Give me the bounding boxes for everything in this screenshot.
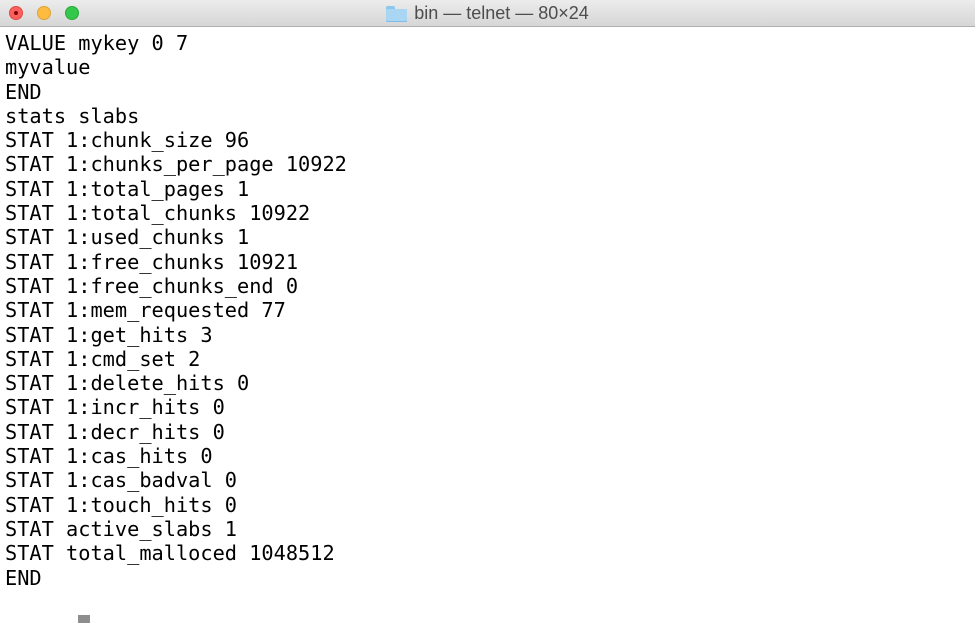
terminal-line: STAT 1:total_pages 1	[5, 176, 250, 201]
window-title-area: bin — telnet — 80×24	[0, 0, 975, 27]
terminal-line: STAT 1:delete_hits 0	[5, 371, 250, 396]
terminal-line: STAT 1:incr_hits 0	[5, 395, 225, 420]
terminal-line: END	[5, 565, 42, 590]
terminal-line: myvalue	[5, 55, 91, 80]
terminal-line: STAT 1:chunks_per_page 10922	[5, 152, 347, 177]
terminal-line: STAT 1:cmd_set 2	[5, 346, 201, 371]
text-cursor	[78, 615, 91, 623]
terminal-line: STAT 1:chunk_size 96	[5, 128, 250, 153]
terminal-line: STAT 1:free_chunks_end 0	[5, 273, 299, 298]
terminal-line: STAT 1:touch_hits 0	[5, 492, 237, 517]
terminal-line: STAT active_slabs 1	[5, 516, 237, 541]
terminal-line: STAT 1:cas_badval 0	[5, 468, 237, 493]
terminal-line: STAT total_malloced 1048512	[5, 541, 335, 566]
terminal-line: END	[5, 79, 42, 104]
terminal-line: STAT 1:cas_hits 0	[5, 444, 213, 469]
folder-icon	[386, 5, 408, 22]
terminal-line: STAT 1:decr_hits 0	[5, 419, 225, 444]
prompt-line[interactable]	[5, 590, 970, 623]
terminal-line: STAT 1:mem_requested 77	[5, 298, 286, 323]
terminal-line: stats slabs	[5, 103, 140, 128]
terminal-line: STAT 1:free_chunks 10921	[5, 249, 299, 274]
title-bar[interactable]: bin — telnet — 80×24	[0, 0, 975, 27]
terminal-output[interactable]: VALUE mykey 0 7 myvalue END stats slabs …	[5, 31, 970, 623]
window-title: bin — telnet — 80×24	[414, 3, 589, 23]
terminal-window: bin — telnet — 80×24 VALUE mykey 0 7 myv…	[0, 0, 975, 623]
terminal-line: STAT 1:total_chunks 10922	[5, 201, 311, 226]
terminal-line: VALUE mykey 0 7	[5, 31, 189, 55]
terminal-line: STAT 1:get_hits 3	[5, 322, 213, 347]
terminal-line: STAT 1:used_chunks 1	[5, 225, 250, 250]
